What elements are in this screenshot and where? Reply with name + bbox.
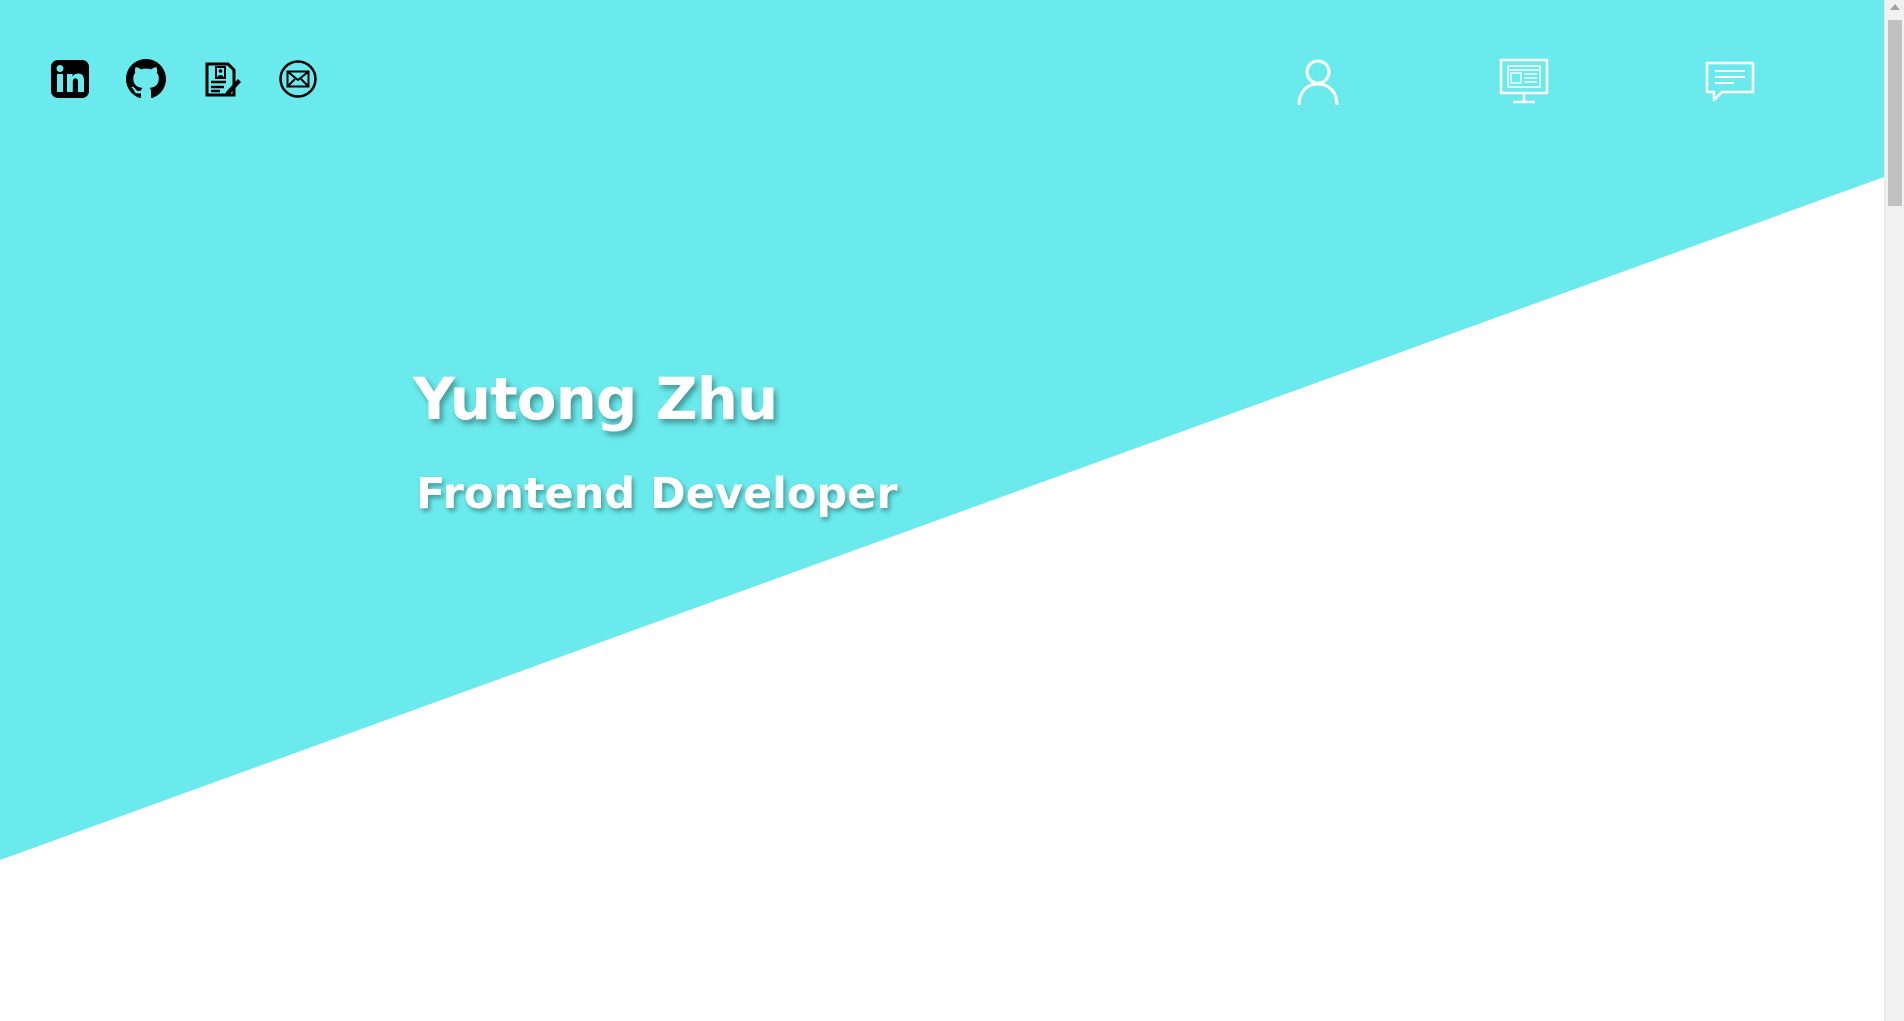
scroll-up-arrow-icon[interactable] [1890, 4, 1900, 10]
hero-text: Yutong Zhu Frontend Developer [413, 362, 898, 522]
hero-background [0, 0, 1884, 860]
nav-about-button[interactable] [1292, 56, 1344, 106]
scroll-thumb[interactable] [1888, 20, 1902, 206]
page: Yutong Zhu Frontend Developer [0, 0, 1904, 1021]
vertical-scrollbar[interactable] [1884, 0, 1904, 1021]
hero-name: Yutong Zhu [413, 365, 778, 433]
nav-portfolio-button[interactable] [1498, 56, 1550, 106]
nav-contact-button[interactable] [1704, 56, 1756, 106]
user-icon [1297, 59, 1339, 106]
monitor-icon [1499, 58, 1549, 104]
main-nav [0, 56, 1884, 106]
hero-role: Frontend Developer [416, 469, 898, 519]
chat-icon [1705, 61, 1755, 102]
